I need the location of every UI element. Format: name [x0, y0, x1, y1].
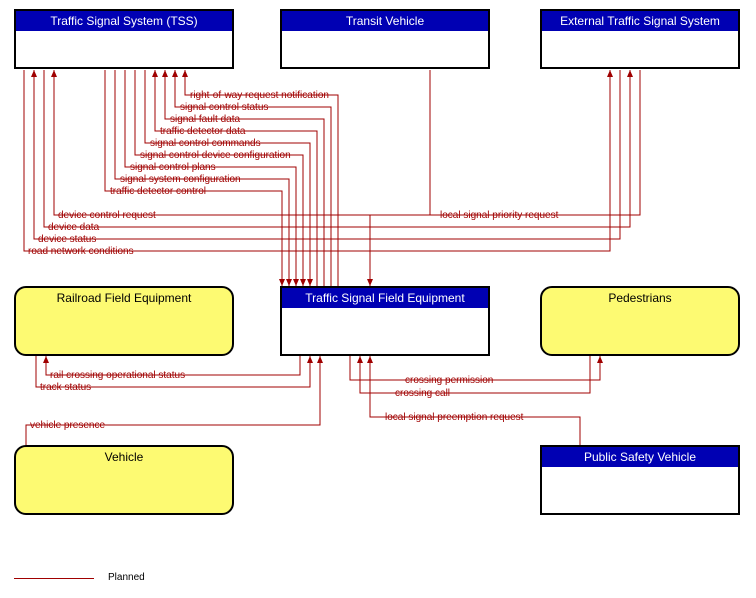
flow-sfd: signal fault data	[170, 114, 240, 125]
flow-ds: device status	[38, 234, 96, 245]
flow-cc: crossing call	[395, 388, 450, 399]
box-psv-title: Public Safety Vehicle	[542, 447, 738, 467]
flow-rowrn: right-of-way request notification	[190, 90, 329, 101]
box-tsfe: Traffic Signal Field Equipment	[280, 286, 490, 356]
box-pedestrians-title: Pedestrians	[542, 288, 738, 308]
flow-cp: crossing permission	[405, 375, 493, 386]
box-external-tss: External Traffic Signal System	[540, 9, 740, 69]
box-tss-title: Traffic Signal System (TSS)	[16, 11, 232, 31]
box-tsfe-title: Traffic Signal Field Equipment	[282, 288, 488, 308]
flow-tdc: traffic detector control	[110, 186, 206, 197]
flow-ssc: signal system configuration	[120, 174, 241, 185]
box-psv: Public Safety Vehicle	[540, 445, 740, 515]
legend-line	[14, 578, 94, 579]
flow-rnc: road network conditions	[28, 246, 134, 257]
flow-scc: signal control commands	[150, 138, 261, 149]
flow-lsprq: local signal preemption request	[385, 412, 523, 423]
box-vehicle: Vehicle	[14, 445, 234, 515]
flow-scp: signal control plans	[130, 162, 216, 173]
box-transit-vehicle-title: Transit Vehicle	[282, 11, 488, 31]
flow-lspr: local signal priority request	[440, 210, 558, 221]
box-vehicle-title: Vehicle	[16, 447, 232, 467]
flow-dd: device data	[48, 222, 99, 233]
flow-tdd: traffic detector data	[160, 126, 245, 137]
flow-ts: track status	[40, 382, 91, 393]
box-external-tss-title: External Traffic Signal System	[542, 11, 738, 31]
box-transit-vehicle: Transit Vehicle	[280, 9, 490, 69]
flow-scs: signal control status	[180, 102, 268, 113]
flow-rcos: rail crossing operational status	[50, 370, 185, 381]
box-tss: Traffic Signal System (TSS)	[14, 9, 234, 69]
legend-text: Planned	[108, 572, 145, 583]
box-pedestrians: Pedestrians	[540, 286, 740, 356]
box-railroad-title: Railroad Field Equipment	[16, 288, 232, 308]
flow-vp: vehicle presence	[30, 420, 105, 431]
diagram-canvas: Traffic Signal System (TSS) Transit Vehi…	[0, 0, 756, 598]
flow-dcr: device control request	[58, 210, 156, 221]
box-railroad: Railroad Field Equipment	[14, 286, 234, 356]
flow-scdc: signal control device configuration	[140, 150, 291, 161]
